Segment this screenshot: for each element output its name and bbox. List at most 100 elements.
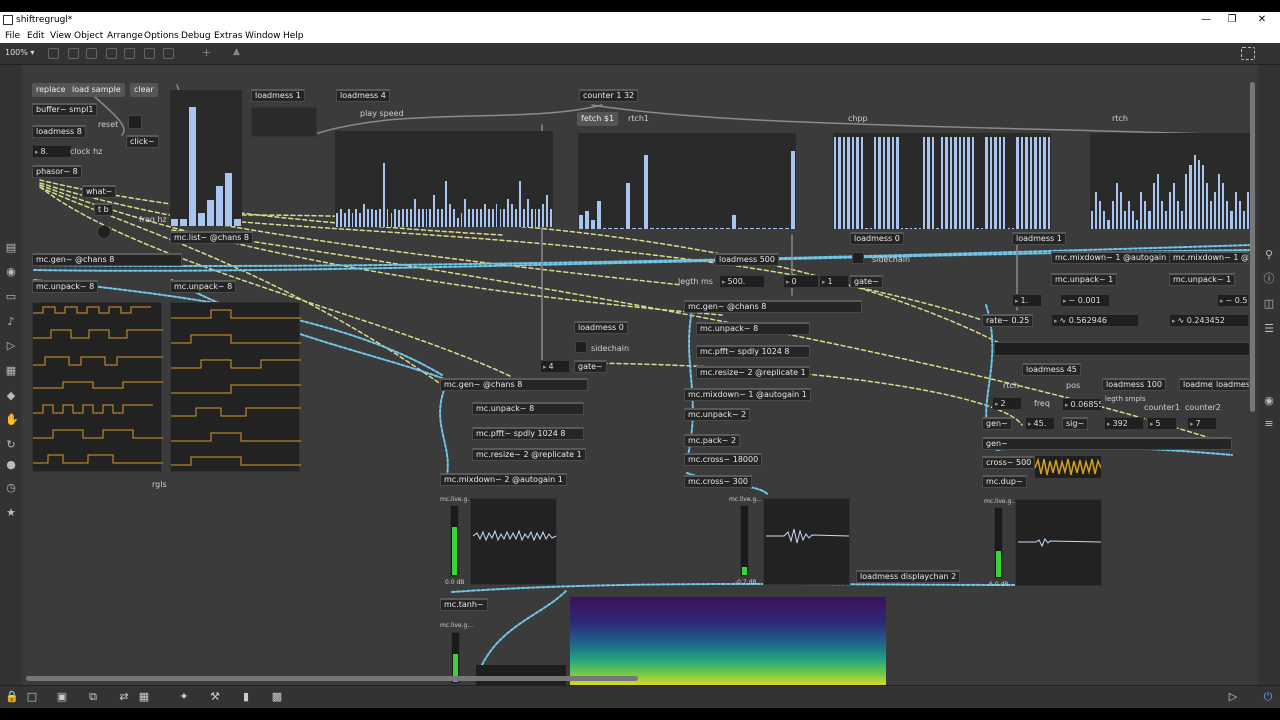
- mc-tanh-object[interactable]: mc.tanh~: [440, 598, 488, 611]
- toggle-icon[interactable]: [124, 48, 135, 59]
- loadmess-1-right-object[interactable]: loadmess 1: [1012, 232, 1066, 245]
- multislider-rtch1[interactable]: [578, 133, 796, 229]
- loadmess-4-object[interactable]: loadmess 4: [336, 89, 390, 102]
- bang-icon[interactable]: [106, 48, 117, 59]
- lock-icon[interactable]: 🔒: [5, 691, 19, 703]
- cable[interactable]: [439, 389, 449, 476]
- cable[interactable]: [481, 589, 568, 666]
- menu-arrange[interactable]: Arrange: [107, 31, 143, 41]
- grid-snap-icon[interactable]: ▦: [138, 691, 150, 703]
- clear-message[interactable]: clear: [130, 83, 158, 97]
- mc-pfft-mid-object[interactable]: mc.pfft~ spdly 1024 8: [472, 427, 584, 440]
- sidechain-toggle-a[interactable]: [575, 341, 587, 353]
- mc-unpack-right-object[interactable]: mc.unpack~ 8: [696, 322, 810, 335]
- zoom-select[interactable]: 100% ▾: [5, 48, 34, 57]
- sig-0562-box[interactable]: ∿ 0.562946: [1051, 314, 1139, 327]
- mc-unpack-2-object[interactable]: mc.unpack~ 2: [684, 408, 751, 421]
- mc-mixdown-r2-object[interactable]: mc.mixdown~ 1 @aut: [1169, 251, 1249, 264]
- loadmess-45-object[interactable]: loadmess 45: [1022, 363, 1081, 376]
- star-icon[interactable]: ★: [5, 507, 17, 519]
- horizontal-scrollbar[interactable]: [26, 676, 638, 681]
- menu-options[interactable]: Options: [144, 31, 179, 41]
- info-icon[interactable]: ⓘ: [1263, 273, 1275, 285]
- mc-live-gain-a[interactable]: mc.live.g...: [440, 496, 473, 503]
- book-icon[interactable]: ◫: [1263, 298, 1275, 310]
- loadmess-100-object[interactable]: loadmess 100: [1102, 378, 1166, 391]
- load-sample-message[interactable]: load sample: [68, 83, 125, 97]
- phasor-object[interactable]: phasor~ 8: [32, 165, 82, 178]
- mc-mixdown-right-object[interactable]: mc.mixdown~ 1 @autogain 1: [684, 388, 811, 401]
- spectrogram[interactable]: [570, 597, 886, 685]
- mc-gen-left-object[interactable]: mc.gen~ @chans 8: [32, 253, 182, 266]
- mc-resize-mid-object[interactable]: mc.resize~ 2 @replicate 1: [472, 448, 586, 461]
- mc-gen-right-object[interactable]: mc.gen~ @chans 8: [684, 300, 862, 313]
- num-1dot-box[interactable]: 1.: [1012, 294, 1042, 307]
- multislider-speed[interactable]: [335, 131, 553, 227]
- scope-left-b[interactable]: [170, 302, 301, 472]
- gate-a-object[interactable]: gate~: [574, 360, 607, 373]
- num-1-box[interactable]: 1: [819, 275, 849, 288]
- loadmess-0-a-object[interactable]: loadmess 0: [574, 321, 628, 334]
- mc-live-gain-b[interactable]: mc.live.g...: [440, 622, 473, 629]
- grid-icon[interactable]: [1241, 47, 1255, 60]
- step-icon[interactable]: ▷: [5, 340, 17, 352]
- wrench-icon[interactable]: ⚒: [209, 691, 221, 703]
- number-icon[interactable]: [144, 48, 155, 59]
- replace-message[interactable]: replace: [32, 83, 70, 97]
- mc-live-gain-c[interactable]: mc.live.g...: [729, 496, 762, 503]
- play-icon[interactable]: ▷: [1227, 691, 1239, 703]
- rate-object[interactable]: rate~ 0.25: [982, 314, 1034, 327]
- slider-position[interactable]: [994, 342, 1250, 356]
- level-meter-c[interactable]: [740, 505, 749, 577]
- menu-object[interactable]: Object: [74, 31, 103, 41]
- menu-help[interactable]: Help: [283, 31, 304, 41]
- minimize-button[interactable]: —: [1196, 14, 1216, 27]
- object-box-icon[interactable]: [48, 48, 59, 59]
- counter-object[interactable]: counter 1 32: [579, 89, 639, 102]
- music-note-icon[interactable]: ♪: [5, 316, 17, 328]
- num-392-box[interactable]: 392: [1104, 417, 1144, 430]
- cube-icon[interactable]: ▤: [5, 242, 17, 254]
- loadmess-0-b-object[interactable]: loadmess 0: [850, 232, 904, 245]
- num-45-box[interactable]: 45.: [1025, 417, 1055, 430]
- mc-unpack-b-object[interactable]: mc.unpack~ 8: [170, 280, 237, 293]
- num-7-box[interactable]: 7: [1187, 417, 1217, 430]
- multislider-clock[interactable]: [170, 90, 242, 226]
- num-0-box[interactable]: 0: [783, 275, 819, 288]
- menu-view[interactable]: View: [50, 31, 71, 41]
- mc-pack-object[interactable]: mc.pack~ 2: [684, 434, 741, 447]
- loop-icon[interactable]: ↻: [5, 439, 17, 451]
- clock-icon[interactable]: ◷: [5, 482, 17, 494]
- loadmess-500-object[interactable]: loadmess 500: [715, 253, 779, 266]
- mc-pfft-right-object[interactable]: mc.pfft~ spdly 1024 8: [696, 345, 810, 358]
- trigger-object[interactable]: t b: [94, 203, 113, 216]
- vertical-scrollbar[interactable]: [1250, 82, 1255, 412]
- num-4-box[interactable]: 4: [540, 360, 570, 373]
- mc-dup-object[interactable]: mc.dup~: [982, 475, 1027, 488]
- cable[interactable]: [591, 104, 1243, 136]
- mc-unpack-mid-object[interactable]: mc.unpack~ 8: [472, 402, 584, 415]
- num-2-box[interactable]: 2: [992, 397, 1022, 410]
- menu-extras[interactable]: Extras: [214, 31, 242, 41]
- waveform-mini[interactable]: [1034, 456, 1102, 478]
- loadmess-cut-object[interactable]: loadmess: [1212, 378, 1250, 391]
- scope-left-a[interactable]: [32, 302, 163, 472]
- bang-button[interactable]: [97, 225, 111, 239]
- tag-icon[interactable]: ◆: [5, 390, 17, 402]
- layers-icon[interactable]: ⧉: [87, 691, 99, 703]
- mc-resize-right-object[interactable]: mc.resize~ 2 @replicate 1: [696, 366, 810, 379]
- patcher-canvas[interactable]: replace load sample clear buffer~ smpl1 …: [22, 65, 1258, 685]
- camera-icon[interactable]: ◉: [1263, 395, 1275, 407]
- target-icon[interactable]: ◉: [5, 266, 17, 278]
- cross-500-object[interactable]: cross~ 500: [982, 456, 1036, 469]
- gate-b-object[interactable]: gate~: [850, 275, 883, 288]
- mc-list-object[interactable]: mc.list~ @chans 8: [170, 231, 253, 244]
- num-006855-box[interactable]: 0.06855: [1062, 398, 1102, 411]
- mc-mixdown-r1-object[interactable]: mc.mixdown~ 1 @autogain 1: [1051, 251, 1178, 264]
- gen-b-object[interactable]: gen~: [982, 437, 1232, 450]
- message-box-icon[interactable]: [68, 48, 79, 59]
- level-meter-d[interactable]: [994, 507, 1003, 579]
- piano-icon[interactable]: ▮: [240, 691, 252, 703]
- power-icon[interactable]: ⏻: [1262, 691, 1274, 703]
- multislider-chpp[interactable]: [833, 133, 1051, 229]
